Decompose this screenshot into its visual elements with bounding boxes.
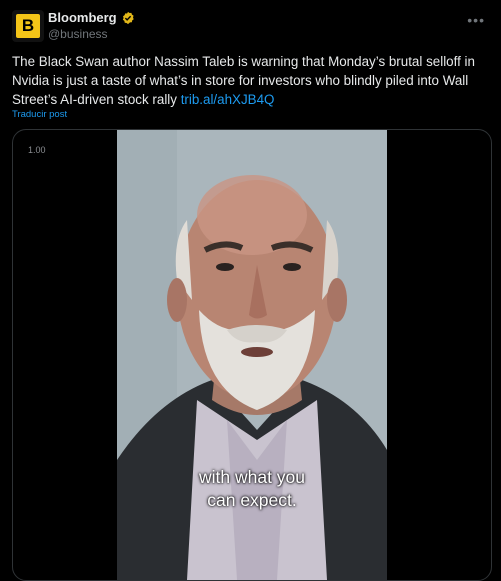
video-player[interactable]: 1.00 with what you can expect. [12, 129, 492, 581]
avatar[interactable]: B [12, 10, 44, 42]
video-frame[interactable]: with what you can expect. [117, 130, 387, 580]
tweet-header: B Bloomberg @business ••• [12, 10, 489, 42]
tweet-link[interactable]: trib.al/ahXJB4Q [181, 92, 275, 107]
display-name[interactable]: Bloomberg [48, 10, 117, 25]
video-still-image [117, 130, 387, 580]
avatar-logo: B [16, 14, 40, 38]
translate-post-link[interactable]: Traducir post [12, 109, 67, 120]
ellipsis-icon[interactable]: ••• [467, 12, 485, 28]
subtitle-line-2: can expect. [207, 490, 297, 510]
playback-speed[interactable]: 1.00 [28, 145, 46, 155]
verified-badge-icon [121, 11, 135, 25]
name-row: Bloomberg [48, 10, 135, 25]
subtitle-line-1: with what you [198, 467, 306, 487]
tweet-text: The Black Swan author Nassim Taleb is wa… [12, 52, 490, 109]
handle[interactable]: @business [48, 27, 108, 41]
video-subtitle: with what you can expect. [117, 466, 387, 512]
